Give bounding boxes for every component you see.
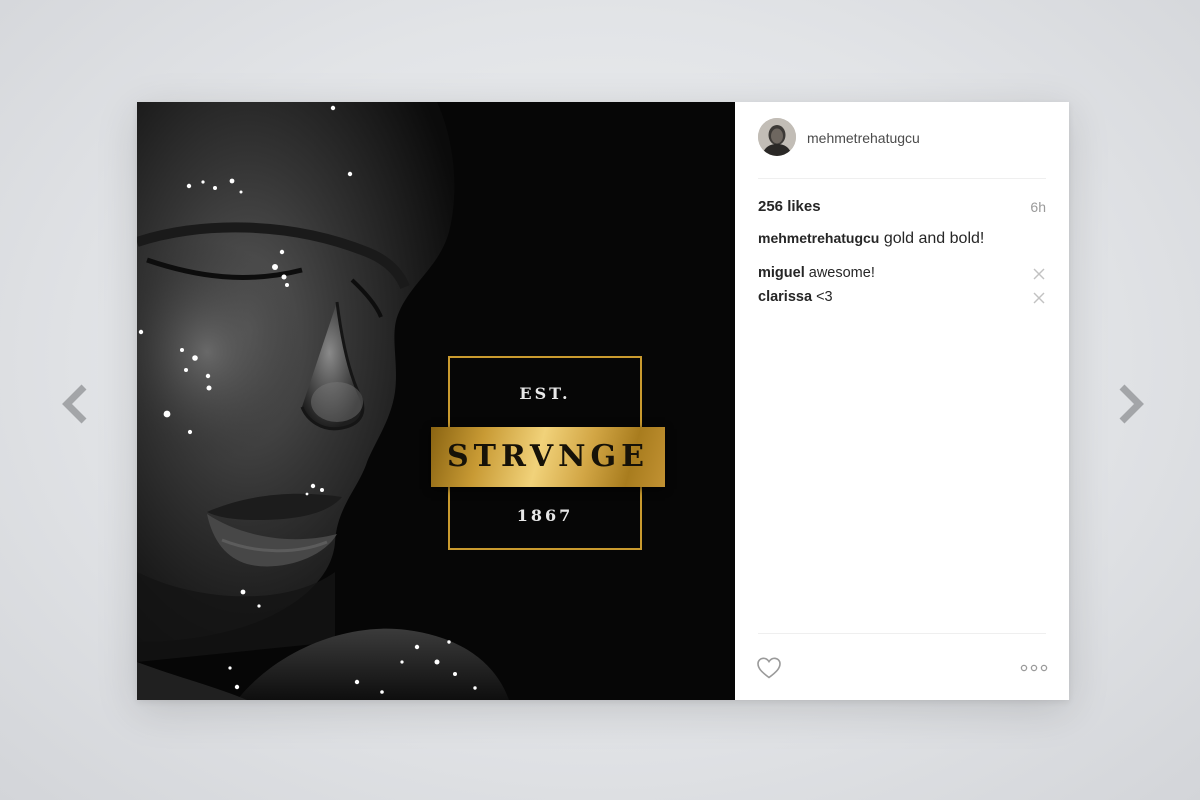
- more-options-button[interactable]: [1020, 661, 1048, 675]
- post-author-header[interactable]: mehmetrehatugcu: [758, 118, 1046, 162]
- avatar[interactable]: [758, 118, 796, 156]
- actions-divider: [758, 633, 1046, 634]
- avatar-photo: [758, 118, 796, 156]
- brand-logo: EST. STRVNGE 1867: [431, 356, 665, 553]
- header-divider: [758, 178, 1046, 179]
- comment-item: clarissa <3: [758, 289, 1046, 309]
- next-post-button[interactable]: [1108, 384, 1148, 424]
- post-timestamp: 6h: [1030, 199, 1046, 215]
- close-icon: [1033, 292, 1045, 304]
- close-icon: [1033, 268, 1045, 280]
- post-caption: mehmetrehatugcu gold and bold!: [758, 230, 1046, 248]
- heart-icon: [757, 657, 781, 679]
- post-card: EST. STRVNGE 1867 mehmetrehatugcu 256 li…: [137, 102, 1069, 700]
- chevron-right-icon: [1119, 384, 1144, 424]
- previous-post-button[interactable]: [58, 384, 98, 424]
- likes-count[interactable]: 256 likes: [758, 198, 821, 215]
- comment-username[interactable]: clarissa: [758, 289, 812, 305]
- more-options-icon: [1020, 664, 1048, 672]
- comment-text: <3: [816, 289, 833, 305]
- logo-est-text: EST.: [519, 384, 571, 403]
- post-details-panel: mehmetrehatugcu 256 likes 6h mehmetrehat…: [735, 102, 1069, 700]
- chevron-left-icon: [62, 384, 87, 424]
- comment-item: miguel awesome!: [758, 265, 1046, 285]
- logo-brand-name: STRVNGE: [446, 439, 650, 474]
- delete-comment-button[interactable]: [1032, 267, 1046, 281]
- caption-username[interactable]: mehmetrehatugcu: [758, 230, 879, 246]
- comment-text: awesome!: [808, 265, 875, 281]
- comment-username[interactable]: miguel: [758, 265, 805, 281]
- logo-gold-plate: STRVNGE: [431, 427, 665, 487]
- like-button[interactable]: [756, 656, 782, 680]
- caption-text: gold and bold!: [883, 230, 985, 247]
- post-author-username[interactable]: mehmetrehatugcu: [807, 130, 920, 146]
- delete-comment-button[interactable]: [1032, 291, 1046, 305]
- logo-year-text: 1867: [516, 506, 574, 525]
- post-image[interactable]: EST. STRVNGE 1867: [137, 102, 735, 700]
